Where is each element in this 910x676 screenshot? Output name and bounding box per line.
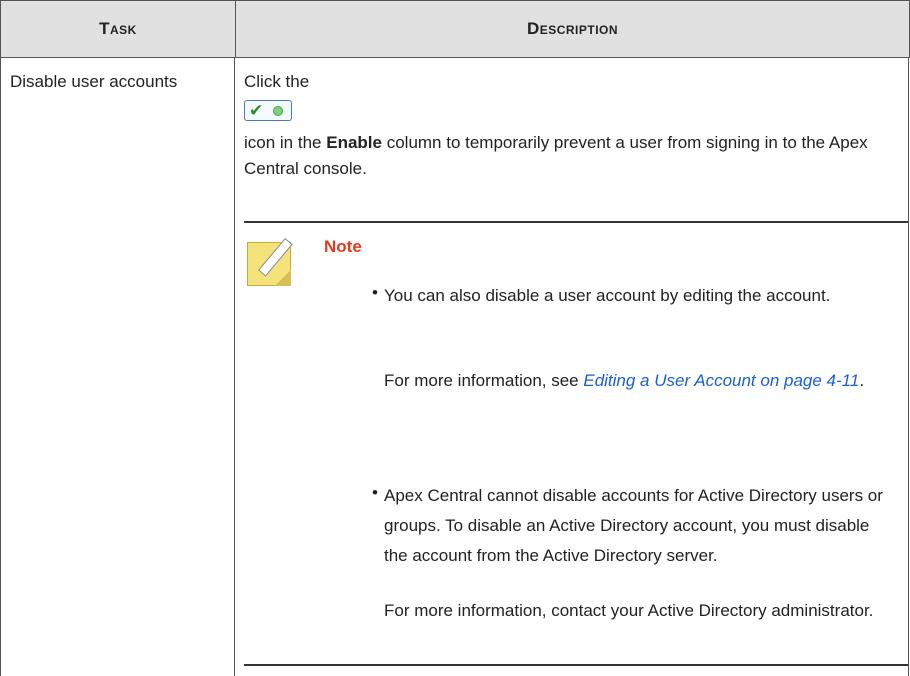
enable-toggle-icon: ✔ [244,100,292,121]
note-title: Note [324,237,362,256]
task-table: Task Description Disable user accounts C… [0,0,910,676]
note-item-1-more-pre: For more information, see [384,371,584,390]
bullet-1: • [372,283,378,302]
note-item-1-more: For more information, see Editing a User… [384,366,894,396]
task-cell: Disable user accounts [10,72,178,91]
checkmark-icon: ✔ [249,101,264,120]
desc-text-pre: icon in the [244,133,327,152]
note-pad-icon [247,238,295,286]
table-left-border [0,57,1,676]
bullet-2: • [372,483,378,502]
description-intro: Click the [244,72,310,91]
description-paragraph: icon in the Enable column to temporarily… [244,130,894,182]
note-item-2-text: Apex Central cannot disable accounts for… [384,486,883,565]
note-bottom-rule [244,664,908,666]
header-description: Description [526,19,619,38]
editing-user-account-link[interactable]: Editing a User Account on page 4-11 [583,371,859,390]
note-pad-fold [275,270,291,286]
green-dot-icon [273,106,283,116]
header-task: Task [99,19,137,38]
table-header-row: Task Description [0,0,910,58]
note-item-2-more: For more information, contact your Activ… [384,601,874,620]
note-item-1-more-post: . [859,371,865,390]
note-top-rule [244,221,908,223]
desc-bold-enable: Enable [326,133,382,152]
note-item-1-text: You can also disable a user account by e… [384,286,831,305]
column-divider [234,57,235,676]
table-right-border [908,57,909,676]
